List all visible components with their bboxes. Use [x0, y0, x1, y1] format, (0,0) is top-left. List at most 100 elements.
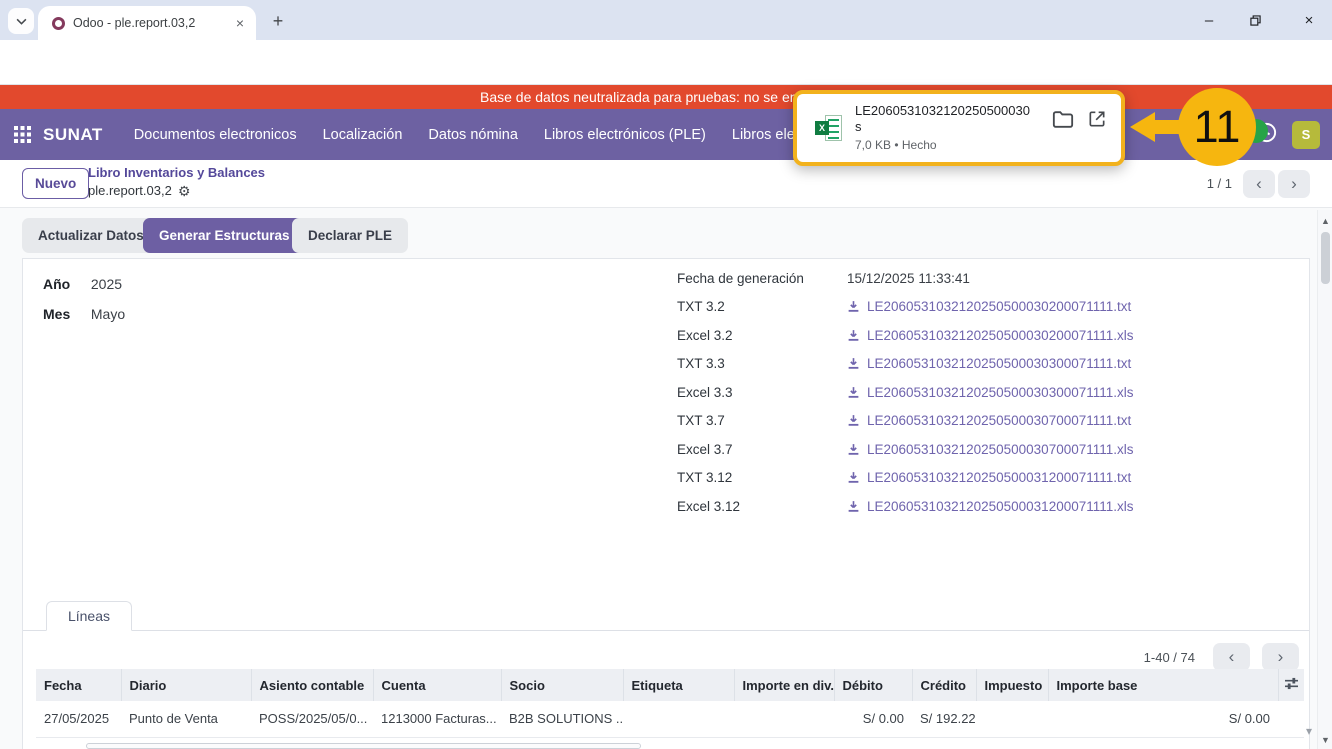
window-close-button[interactable]: × — [1286, 0, 1332, 40]
file-label: Excel 3.7 — [677, 442, 733, 457]
cell-cuenta[interactable]: 1213000 Facturas... — [373, 701, 501, 738]
cell-importe-base[interactable]: S/ 0.00 — [1048, 701, 1278, 738]
col-cuenta[interactable]: Cuenta — [373, 669, 502, 701]
brand-sunat[interactable]: SUNAT — [43, 125, 103, 145]
tab-close-icon[interactable]: × — [232, 15, 248, 31]
file-download-link[interactable]: LE2060531032120250500030300071111.xls — [847, 385, 1134, 400]
file-link-text[interactable]: LE2060531032120250500030300071111.txt — [867, 356, 1131, 371]
download-filename-line2: s — [855, 119, 862, 134]
apps-grid-icon[interactable] — [14, 126, 31, 143]
file-link-text[interactable]: LE2060531032120250500030700071111.txt — [867, 413, 1131, 428]
optional-columns-button[interactable] — [1278, 669, 1304, 701]
file-download-link[interactable]: LE2060531032120250500030700071111.xls — [847, 442, 1134, 457]
open-file-button[interactable] — [1087, 109, 1107, 129]
download-tray-icon — [847, 471, 860, 484]
table-scroll-caret-icon[interactable]: ▾ — [1306, 724, 1312, 738]
scroll-down-icon[interactable]: ▼ — [1318, 735, 1332, 745]
month-value[interactable]: Mayo — [91, 306, 125, 322]
open-in-new-icon — [1089, 111, 1105, 127]
cell-socio[interactable]: B2B SOLUTIONS ... — [501, 701, 623, 738]
col-diario[interactable]: Diario — [121, 669, 252, 701]
file-link-text[interactable]: LE2060531032120250500031200071111.txt — [867, 470, 1131, 485]
gear-icon[interactable]: ⚙ — [178, 182, 191, 200]
show-in-folder-button[interactable] — [1052, 110, 1074, 129]
col-debito[interactable]: Débito — [834, 669, 913, 701]
window-restore-button[interactable] — [1232, 0, 1278, 40]
file-link-text[interactable]: LE2060531032120250500030300071111.xls — [867, 385, 1134, 400]
breadcrumb: Libro Inventarios y Balances ple.report.… — [88, 165, 265, 200]
field-file-xls-32: Excel 3.2 LE2060531032120250500030200071… — [677, 328, 1134, 343]
file-download-link[interactable]: LE2060531032120250500030300071111.txt — [847, 356, 1131, 371]
cell-importe-div[interactable] — [734, 701, 834, 738]
col-credito[interactable]: Crédito — [912, 669, 977, 701]
chevron-down-icon — [16, 12, 27, 30]
lines-next-button[interactable]: › — [1262, 643, 1299, 671]
horizontal-scrollbar[interactable] — [86, 743, 641, 749]
scroll-up-icon[interactable]: ▲ — [1318, 216, 1332, 226]
file-link-text[interactable]: LE2060531032120250500030200071111.txt — [867, 299, 1131, 314]
actualizar-datos-button[interactable]: Actualizar Datos — [22, 218, 160, 253]
file-link-text[interactable]: LE2060531032120250500030700071111.xls — [867, 442, 1134, 457]
file-download-link[interactable]: LE2060531032120250500030700071111.txt — [847, 413, 1131, 428]
tab-strip: Odoo - ple.report.03,2 × + – × — [0, 0, 1332, 40]
file-label: Excel 3.2 — [677, 328, 733, 343]
file-link-text[interactable]: LE2060531032120250500031200071111.xls — [867, 499, 1134, 514]
tab-lineas[interactable]: Líneas — [46, 601, 132, 631]
col-fecha[interactable]: Fecha — [36, 669, 122, 701]
download-filename-line1: LE2060531032120250500030 — [855, 103, 1030, 118]
file-download-link[interactable]: LE2060531032120250500030200071111.txt — [847, 299, 1131, 314]
field-file-xls-33: Excel 3.3 LE2060531032120250500030300071… — [677, 385, 1134, 400]
cell-etiqueta[interactable] — [623, 701, 734, 738]
col-importe-div[interactable]: Importe en div... — [734, 669, 835, 701]
file-download-link[interactable]: LE2060531032120250500030200071111.xls — [847, 328, 1134, 343]
year-label: Año — [43, 276, 71, 292]
nav-item-libros-electronicos-ple[interactable]: Libros electrónicos (PLE) — [531, 127, 719, 143]
cell-impuesto[interactable] — [976, 701, 1048, 738]
new-tab-button[interactable]: + — [266, 9, 290, 33]
browser-toolbar: ← → ↻ democontable17.solse.pe/web#cids=1… — [0, 40, 1332, 119]
form-sheet: Año 2025 Mes Mayo Fecha de generación 15… — [22, 258, 1312, 749]
user-avatar[interactable]: S — [1292, 120, 1320, 149]
year-value[interactable]: 2025 — [91, 276, 122, 292]
scrollbar-thumb[interactable] — [1321, 232, 1330, 284]
vertical-scrollbar[interactable]: ▲ ▼ — [1317, 210, 1332, 749]
lines-pager-count: 1-40 / 74 — [1143, 649, 1195, 665]
col-impuesto[interactable]: Impuesto — [976, 669, 1049, 701]
file-label: Excel 3.3 — [677, 385, 733, 400]
file-download-link[interactable]: LE2060531032120250500031200071111.xls — [847, 499, 1134, 514]
field-file-txt-33: TXT 3.3 LE206053103212025050003030007111… — [677, 356, 1131, 371]
cell-credito[interactable]: S/ 192.22 — [912, 701, 976, 738]
download-popup[interactable]: X LE2060531032120250500030 s 7,0 KB • He… — [793, 90, 1125, 166]
file-link-text[interactable]: LE2060531032120250500030200071111.xls — [867, 328, 1134, 343]
breadcrumb-title[interactable]: Libro Inventarios y Balances — [88, 165, 265, 182]
cell-asiento-link[interactable]: POSS/2025/05/0... — [251, 701, 373, 738]
cell-debito[interactable]: S/ 0.00 — [834, 701, 912, 738]
col-asiento-contable[interactable]: Asiento contable — [251, 669, 374, 701]
download-tray-icon — [847, 443, 860, 456]
nav-item-documentos-electronicos[interactable]: Documentos electronicos — [121, 127, 310, 143]
generar-estructuras-button[interactable]: Generar Estructuras — [143, 218, 306, 253]
declarar-ple-button[interactable]: Declarar PLE — [292, 218, 409, 253]
nav-item-localizacion[interactable]: Localización — [310, 127, 416, 143]
nav-item-datos-nomina[interactable]: Datos nómina — [415, 127, 530, 143]
new-record-button[interactable]: Nuevo — [22, 168, 90, 199]
record-next-button[interactable]: › — [1278, 170, 1310, 198]
record-pager-count: 1 / 1 — [1206, 176, 1232, 191]
record-prev-button[interactable]: ‹ — [1243, 170, 1275, 198]
table-row[interactable]: 27/05/2025 Punto de Venta POSS/2025/05/0… — [36, 701, 1304, 738]
cell-fecha[interactable]: 27/05/2025 — [36, 701, 121, 738]
cell-diario[interactable]: Punto de Venta — [121, 701, 251, 738]
folder-icon — [1052, 110, 1074, 128]
tab-search-button[interactable] — [8, 8, 34, 34]
col-socio[interactable]: Socio — [501, 669, 624, 701]
download-tray-icon — [847, 357, 860, 370]
browser-tab[interactable]: Odoo - ple.report.03,2 × — [38, 6, 256, 40]
field-file-xls-312: Excel 3.12 LE206053103212025050003120007… — [677, 499, 1134, 514]
window-minimize-button[interactable]: – — [1186, 0, 1232, 40]
col-etiqueta[interactable]: Etiqueta — [623, 669, 735, 701]
col-importe-base[interactable]: Importe base — [1048, 669, 1279, 701]
file-download-link[interactable]: LE2060531032120250500031200071111.txt — [847, 470, 1131, 485]
control-panel: Nuevo Libro Inventarios y Balances ple.r… — [0, 160, 1332, 208]
field-file-txt-312: TXT 3.12 LE20605310321202505000312000711… — [677, 470, 1131, 485]
lines-prev-button[interactable]: ‹ — [1213, 643, 1250, 671]
